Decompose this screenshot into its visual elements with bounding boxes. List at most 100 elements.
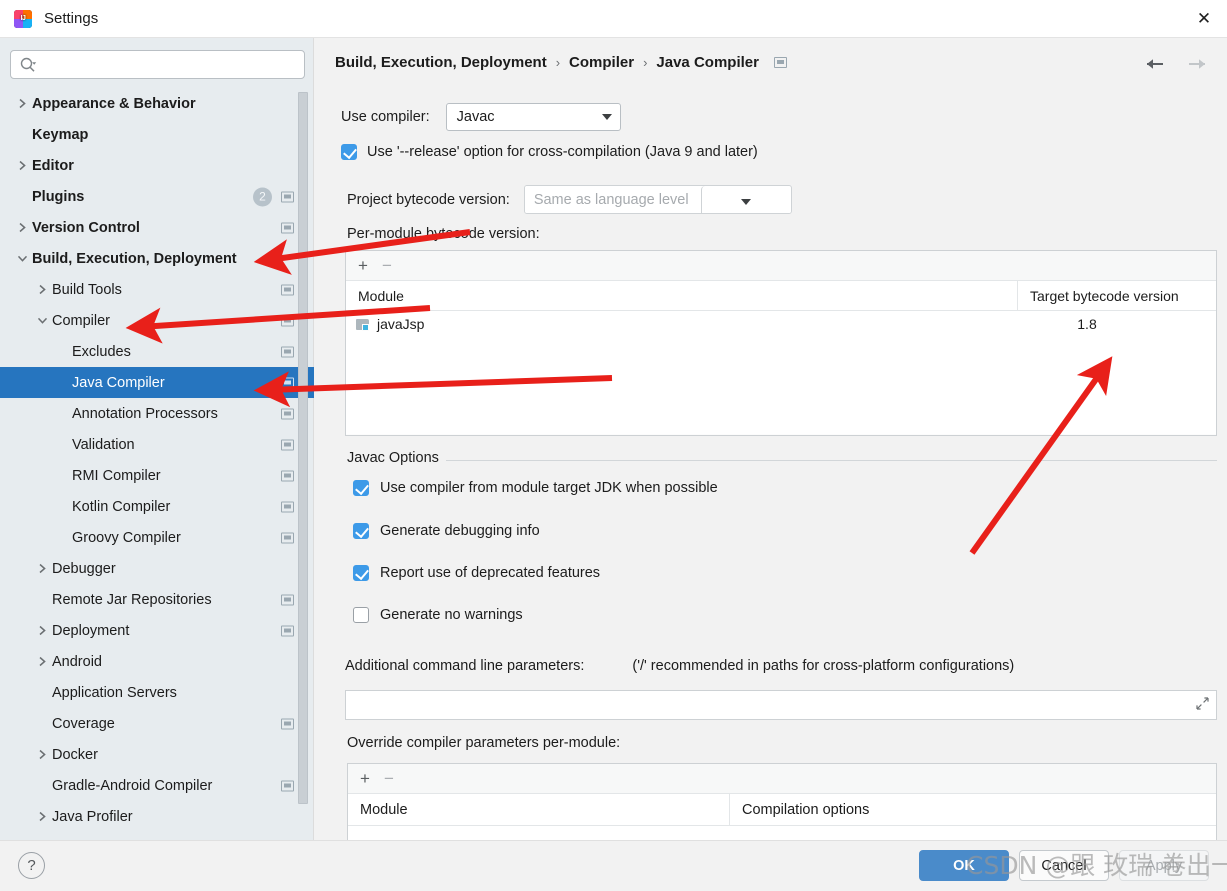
chevron-right-icon[interactable] [34,654,50,670]
apply-button[interactable]: Apply [1119,850,1209,881]
intellij-idea-icon: IJ [14,9,32,28]
sidebar-item-coverage[interactable]: Coverage [0,708,314,739]
override-params-label: Override compiler parameters per-module: [347,735,621,751]
sidebar-item-label: Remote Jar Repositories [52,591,212,608]
help-icon[interactable]: ? [18,852,45,879]
module-target-bytecode[interactable]: 1.8 [1018,316,1216,332]
chevron-right-icon[interactable] [14,96,30,112]
sidebar-item-appearance-behavior[interactable]: Appearance & Behavior [0,88,314,119]
option-row-generate-debugging-info[interactable]: Generate debugging info [353,523,540,539]
sidebar-item-validation[interactable]: Validation [0,429,314,460]
sidebar-item-excludes[interactable]: Excludes [0,336,314,367]
use-compiler-label: Use compiler: [341,109,430,125]
ok-button[interactable]: OK [919,850,1009,881]
project-bytecode-select[interactable]: Same as language level [523,185,792,214]
sidebar-item-gradle-android-compiler[interactable]: Gradle-Android Compiler [0,770,314,801]
chevron-right-icon[interactable] [34,747,50,763]
breadcrumb-separator: › [643,55,648,70]
sidebar-item-label: Build Tools [52,281,122,298]
sidebar-item-plugins[interactable]: Plugins 2 [0,181,314,212]
generate-debugging-info-checkbox[interactable] [353,523,369,539]
sidebar-item-remote-jar-repositories[interactable]: Remote Jar Repositories [0,584,314,615]
sidebar-item-annotation-processors[interactable]: Annotation Processors [0,398,314,429]
project-scope-icon [281,191,294,202]
add-icon[interactable]: + [360,770,370,787]
sidebar-scrollbar-thumb[interactable] [298,92,308,804]
chevron-right-icon[interactable] [34,561,50,577]
expand-icon[interactable] [1196,697,1209,713]
cancel-button[interactable]: Cancel [1019,850,1109,881]
sidebar-item-android[interactable]: Android [0,646,314,677]
chevron-right-icon[interactable] [14,220,30,236]
table-body: javaJsp 1.8 [346,311,1216,434]
footer-buttons: OK Cancel Apply [919,850,1209,881]
sidebar-item-java-compiler[interactable]: Java Compiler [0,367,314,398]
breadcrumb-item-build[interactable]: Build, Execution, Deployment [335,54,547,71]
sidebar-item-compiler[interactable]: Compiler [0,305,314,336]
sidebar-item-editor[interactable]: Editor [0,150,314,181]
chevron-right-icon[interactable] [14,158,30,174]
column-header-compilation-options[interactable]: Compilation options [730,802,1216,818]
sidebar-item-build-tools[interactable]: Build Tools [0,274,314,305]
chevron-right-icon[interactable] [34,623,50,639]
column-header-module[interactable]: Module [346,281,1018,310]
remove-icon[interactable]: − [382,257,392,274]
project-scope-icon [281,408,294,419]
report-deprecated-checkbox[interactable] [353,565,369,581]
sidebar-item-application-servers[interactable]: Application Servers [0,677,314,708]
sidebar-item-rmi-compiler[interactable]: RMI Compiler [0,460,314,491]
sidebar-item-label: Editor [32,157,74,174]
use-compiler-select[interactable]: Javac [445,103,621,131]
chevron-right-icon[interactable] [34,282,50,298]
generate-no-warnings-checkbox[interactable] [353,607,369,623]
sidebar-item-java-profiler[interactable]: Java Profiler [0,801,314,832]
release-option-checkbox[interactable] [341,144,357,160]
add-icon[interactable]: + [358,257,368,274]
arrow-left-icon[interactable] [1143,52,1167,76]
table2-toolbar: + − [348,764,1216,794]
project-bytecode-value: Same as language level [524,186,701,213]
chevron-down-icon[interactable] [700,186,791,213]
settings-tree: Appearance & Behavior Keymap Editor Plugins… [0,88,314,840]
column-header-target-bytecode[interactable]: Target bytecode version [1018,288,1216,304]
sidebar-item-debugger[interactable]: Debugger [0,553,314,584]
column-header-module[interactable]: Module [348,794,730,825]
release-option-label: Use '--release' option for cross-compila… [367,144,758,160]
dialog-footer: ? OK Cancel Apply [0,840,1227,891]
project-scope-icon [281,780,294,791]
option-row-generate-no-warnings[interactable]: Generate no warnings [353,607,523,623]
chevron-down-icon[interactable] [14,251,30,267]
sidebar-item-groovy-compiler[interactable]: Groovy Compiler [0,522,314,553]
use-module-jdk-checkbox[interactable] [353,480,369,496]
search-box[interactable] [10,50,305,79]
table-row[interactable]: javaJsp 1.8 [346,311,1216,337]
chevron-right-icon[interactable] [34,809,50,825]
remove-icon[interactable]: − [384,770,394,787]
project-scope-icon [281,346,294,357]
additional-params-input-wrap[interactable] [345,690,1217,720]
breadcrumb-separator: › [555,55,561,70]
option-row-use-module-jdk[interactable]: Use compiler from module target JDK when… [353,480,718,496]
sidebar-item-version-control[interactable]: Version Control [0,212,314,243]
option-row-report-deprecated[interactable]: Report use of deprecated features [353,565,600,581]
settings-sidebar: Appearance & Behavior Keymap Editor Plugins… [0,38,314,840]
breadcrumb-item-compiler[interactable]: Compiler [569,54,634,71]
breadcrumb-item-java-compiler[interactable]: Java Compiler [656,54,759,71]
sidebar-item-deployment[interactable]: Deployment [0,615,314,646]
sidebar-item-label: Gradle-Android Compiler [52,777,213,794]
project-scope-icon [281,625,294,636]
sidebar-item-docker[interactable]: Docker [0,739,314,770]
search-input[interactable] [41,52,304,77]
additional-params-input[interactable] [353,692,1196,718]
sidebar-item-keymap[interactable]: Keymap [0,119,314,150]
release-option-row[interactable]: Use '--release' option for cross-compila… [341,144,758,160]
sidebar-item-build-execution-deployment[interactable]: Build, Execution, Deployment [0,243,314,274]
close-icon[interactable]: ✕ [1181,0,1227,37]
javac-options-title: Javac Options [347,450,446,466]
chevron-down-icon[interactable] [34,313,50,329]
sidebar-item-kotlin-compiler[interactable]: Kotlin Compiler [0,491,314,522]
